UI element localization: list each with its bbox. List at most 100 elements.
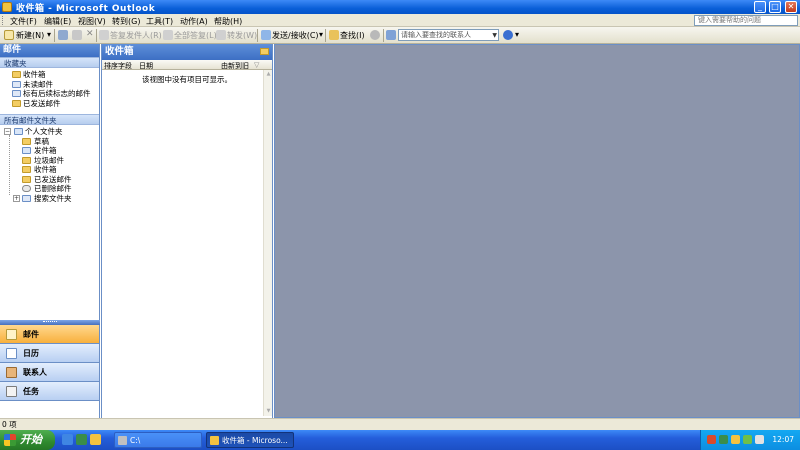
volume-icon[interactable] [755,435,764,444]
message-list-pane: 收件箱 排序字段 日期 由新到旧 ▽ 该视图中没有项目可显示。 ▲ ▼ [101,44,273,418]
folder-sent[interactable]: 已发送邮件 [0,175,99,185]
favorite-unread[interactable]: 未读邮件 [0,80,99,90]
status-bar: 0 项 [0,418,800,430]
quick-launch-outlook-icon[interactable] [90,434,101,445]
toolbar-separator [54,29,55,42]
folder-tree: − 个人文件夹 草稿 发件箱 垃圾邮件 收件箱 已发送邮件 已删除邮件 + 搜索… [0,125,99,203]
sort-order-label[interactable]: 由新到旧 [221,61,249,71]
collapse-toggle[interactable]: − [4,128,11,135]
task-label: 收件箱 - Microso... [222,436,288,445]
send-receive-dropdown-arrow[interactable]: ▾ [319,30,323,39]
folder-drafts[interactable]: 草稿 [0,137,99,147]
clock[interactable]: 12:07 [772,435,794,444]
sent-folder-icon [22,175,31,183]
delete-icon[interactable]: ✕ [86,29,94,39]
find-icon [329,30,339,40]
print-icon[interactable] [58,30,68,40]
send-receive-button[interactable]: 发送/接收(C) [272,30,319,41]
contact-search-dropdown-arrow[interactable]: ▼ [492,31,497,40]
reply-all-icon [163,30,173,40]
menu-help[interactable]: 帮助(H) [214,16,242,27]
move-to-folder-icon[interactable] [72,30,82,40]
scroll-down-arrow[interactable]: ▼ [265,408,272,415]
forward-button[interactable]: 转发(W) [227,30,257,41]
tree-label: 个人文件夹 [25,127,63,136]
nav-button-label: 任务 [23,387,39,396]
system-tray: 12:07 [700,430,800,450]
reply-button[interactable]: 答复发件人(R) [110,30,162,41]
outlook-task-icon [210,436,219,445]
windows-taskbar: 开始 C:\ 收件箱 - Microso... 12:07 [0,430,800,450]
menu-tools[interactable]: 工具(T) [146,16,173,27]
navigation-pane: 邮件 收藏夹 收件箱 未读邮件 标有后续标志的邮件 已发送邮件 所有邮件文件夹 … [0,44,100,450]
menubar-grip[interactable] [2,16,5,25]
favorite-label: 已发送邮件 [23,98,61,108]
folder-inbox[interactable]: 收件箱 [0,165,99,175]
minimize-button[interactable]: _ [754,1,766,13]
window-title: 收件箱 - Microsoft Outlook [16,4,156,14]
toolbar-separator [96,29,97,42]
nav-button-tasks[interactable]: 任务 [0,382,99,401]
menu-file[interactable]: 文件(F) [10,16,37,27]
quick-launch-ie-icon[interactable] [62,434,73,445]
tray-icon[interactable] [743,435,752,444]
menu-edit[interactable]: 编辑(E) [44,16,71,27]
message-list-scrollbar[interactable]: ▲ ▼ [263,70,272,416]
folder-window-icon [118,436,127,445]
arrange-by-value[interactable]: 日期 [139,61,153,71]
menu-go[interactable]: 转到(G) [112,16,140,27]
sort-direction-icon[interactable]: ▽ [254,61,259,69]
folder-deleted[interactable]: 已删除邮件 [0,184,99,194]
contact-search-placeholder: 请输入要查找的联系人 [401,31,471,39]
tree-label: 发件箱 [34,146,57,155]
folder-search-folders[interactable]: + 搜索文件夹 [0,194,99,204]
new-button[interactable]: 新建(N) [16,30,44,41]
favorite-inbox[interactable]: 收件箱 [0,70,99,80]
sent-folder-icon [12,99,21,107]
close-button[interactable]: ✕ [785,1,797,13]
menu-view[interactable]: 视图(V) [78,16,106,27]
start-label: 开始 [20,433,42,446]
expand-toggle[interactable]: + [13,194,20,202]
find-button[interactable]: 查找(I) [340,30,365,41]
folder-junk[interactable]: 垃圾邮件 [0,156,99,166]
nav-button-calendar[interactable]: 日历 [0,344,99,363]
maximize-button[interactable]: □ [769,1,781,13]
mail-icon [6,329,17,340]
title-bar: 收件箱 - Microsoft Outlook _ □ ✕ [0,0,800,14]
tree-label: 已删除邮件 [34,184,72,193]
contact-search-input[interactable]: 请输入要查找的联系人 ▼ [398,29,499,41]
drafts-folder-icon [22,137,31,145]
address-book-icon[interactable] [386,30,396,40]
arrange-by-label[interactable]: 排序字段 [104,61,132,71]
tray-icon[interactable] [719,435,728,444]
help-icon[interactable] [503,30,513,40]
task-button-cmd[interactable]: C:\ [114,432,202,448]
scroll-up-arrow[interactable]: ▲ [265,71,272,78]
task-label: C:\ [130,436,141,445]
menu-bar: 文件(F) 编辑(E) 视图(V) 转到(G) 工具(T) 动作(A) 帮助(H… [0,14,800,27]
splitter-grip [43,321,57,323]
tree-root-personal-folders[interactable]: − 个人文件夹 [0,127,99,137]
menu-actions[interactable]: 动作(A) [180,16,208,27]
folder-outbox[interactable]: 发件箱 [0,146,99,156]
toolbar-options-arrow[interactable]: ▾ [515,30,519,39]
quick-launch-desktop-icon[interactable] [76,434,87,445]
reply-all-button[interactable]: 全部答复(L) [174,30,217,41]
tree-label: 草稿 [34,136,49,146]
toolbar-separator [383,29,384,42]
help-question-input[interactable]: 键入需要帮助的问题 [694,15,798,26]
organize-icon[interactable] [370,30,380,40]
tray-icon[interactable] [707,435,716,444]
reading-pane [274,44,800,418]
task-button-outlook[interactable]: 收件箱 - Microso... [206,432,294,448]
favorite-flagged[interactable]: 标有后续标志的邮件 [0,89,99,99]
new-dropdown-arrow[interactable]: ▾ [47,30,51,39]
nav-button-mail[interactable]: 邮件 [0,325,99,344]
favorites-heading[interactable]: 收藏夹 [0,57,99,68]
nav-button-contacts[interactable]: 联系人 [0,363,99,382]
favorite-sent[interactable]: 已发送邮件 [0,99,99,109]
all-folders-heading[interactable]: 所有邮件文件夹 [0,114,99,125]
start-button[interactable]: 开始 [0,430,55,450]
tray-icon[interactable] [731,435,740,444]
